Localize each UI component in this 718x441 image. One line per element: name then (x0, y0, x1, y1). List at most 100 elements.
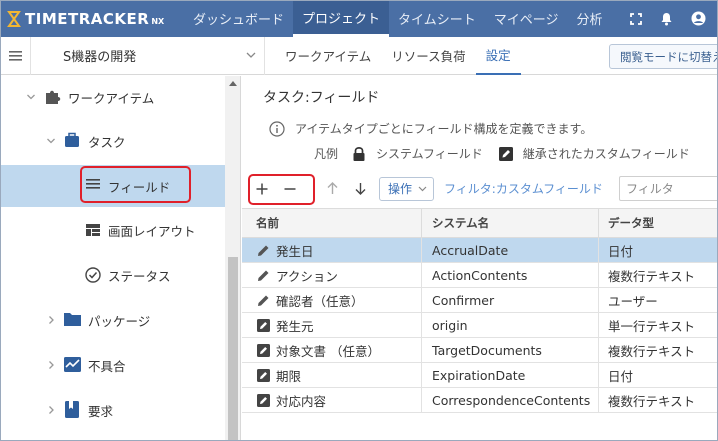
chevron-right-icon[interactable] (46, 360, 56, 370)
column-header-name[interactable]: 名前 (242, 209, 422, 237)
tree-item-defect[interactable]: 不具合 (0, 344, 225, 386)
menu-button[interactable] (0, 50, 30, 61)
minus-icon (284, 187, 296, 190)
info-icon (269, 120, 285, 137)
chevron-right-icon[interactable] (46, 315, 56, 325)
field-name: アクション (276, 268, 338, 284)
page-title: タスク:フィールド (263, 90, 380, 106)
cell-data-type: 複数行テキスト (599, 263, 718, 287)
column-header-data-type[interactable]: データ型 (599, 209, 718, 237)
sidebar-scrollbar-thumb[interactable] (228, 257, 238, 441)
fields-table: 名前 システム名 データ型 発生日 AccrualDate 日付 アクション Actio… (242, 208, 718, 413)
table-row[interactable]: アクション ActionContents 複数行テキスト (242, 263, 718, 288)
tree-item-screen-layout[interactable]: 画面レイアウト (0, 209, 225, 251)
table-row[interactable]: 対応内容 CorrespondenceContents 複数行テキスト (242, 388, 718, 413)
tree-item-fields[interactable]: フィールド (0, 165, 225, 207)
move-up-button[interactable] (318, 176, 346, 202)
cell-name: 期限 (242, 363, 422, 387)
edit-box-icon (256, 343, 270, 357)
plus-icon (256, 183, 268, 194)
briefcase-icon (64, 132, 80, 148)
layout-icon (86, 224, 100, 236)
chart-icon (64, 357, 81, 372)
nav-timesheet[interactable]: タイムシート (389, 0, 485, 37)
pencil-icon (256, 268, 270, 282)
field-toolbar: 操作 フィルタ:カスタムフィールド フィルタ (242, 171, 718, 206)
cell-system-name: ExpirationDate (422, 363, 599, 387)
nav-dashboard[interactable]: ダッシュボード (184, 0, 293, 37)
cell-system-name: TargetDocuments (422, 338, 599, 362)
arrow-down-icon (355, 183, 365, 195)
hamburger-icon (8, 50, 22, 61)
cell-system-name: Confirmer (422, 288, 599, 312)
tree-item-requirement[interactable]: 要求 (0, 389, 225, 431)
column-header-system-name[interactable]: システム名 (422, 209, 599, 237)
cell-data-type: 複数行テキスト (599, 388, 718, 412)
field-name: 確認者（任意） (276, 293, 364, 309)
tree-item-workitem[interactable]: ワークアイテム (0, 76, 225, 118)
legend-inherited-field: 継承されたカスタムフィールド (522, 147, 690, 161)
table-row[interactable]: 発生日 AccrualDate 日付 (242, 238, 718, 263)
field-name: 発生日 (276, 243, 314, 259)
operation-dropdown[interactable]: 操作 (379, 176, 435, 201)
nav-mypage[interactable]: マイページ (485, 0, 568, 37)
chevron-down-icon[interactable] (46, 136, 56, 146)
user-account-icon[interactable] (691, 11, 706, 26)
cell-name: 発生元 (242, 313, 422, 337)
cell-name: 対応内容 (242, 388, 422, 412)
filter-input[interactable]: フィルタ (619, 176, 718, 201)
logo-suffix: NX (151, 17, 165, 26)
nav-project[interactable]: プロジェクト (293, 0, 390, 37)
chevron-down-icon (246, 52, 256, 58)
cell-name: アクション (242, 263, 422, 287)
cell-system-name: AccrualDate (422, 238, 599, 262)
check-circle-icon (85, 267, 101, 283)
add-button[interactable] (248, 176, 276, 202)
chevron-down-icon[interactable] (26, 92, 36, 102)
scroll-up-arrow-icon[interactable] (228, 79, 238, 87)
cell-name: 確認者（任意） (242, 288, 422, 312)
table-body: 発生日 AccrualDate 日付 アクション ActionContents 複数行テキ… (242, 238, 718, 413)
fullscreen-icon[interactable] (630, 12, 642, 25)
tree-item-task[interactable]: タスク (0, 120, 225, 162)
project-selector[interactable]: S機器の開発 (30, 36, 265, 75)
cell-system-name: origin (422, 313, 599, 337)
move-down-button[interactable] (346, 176, 374, 202)
cell-data-type: 複数行テキスト (599, 338, 718, 362)
cell-data-type: 日付 (599, 238, 718, 262)
pencil-icon (256, 243, 270, 257)
tree-item-label: ワークアイテム (68, 90, 155, 106)
settings-tree-sidebar: ワークアイテム タスク フィールド 画面レイアウト ステータス パッケージ 不具… (0, 76, 241, 441)
cell-name: 発生日 (242, 238, 422, 262)
field-name: 発生元 (276, 318, 314, 334)
table-row[interactable]: 期限 ExpirationDate 日付 (242, 363, 718, 388)
cell-name: 対象文書 （任意） (242, 338, 422, 362)
info-text: アイテムタイプごとにフィールド構成を定義できます。 (295, 122, 593, 136)
view-mode-button[interactable]: 閲覧モードに切替え (609, 44, 718, 69)
table-row[interactable]: 確認者（任意） Confirmer ユーザー (242, 288, 718, 313)
operation-label: 操作 (388, 182, 413, 196)
info-message: アイテムタイプごとにフィールド構成を定義できます。 (269, 120, 592, 137)
remove-button[interactable] (276, 176, 304, 202)
legend: 凡例 システムフィールド 継承されたカスタムフィールド (314, 145, 690, 162)
main-nav: ダッシュボード プロジェクト タイムシート マイページ 分析 (184, 0, 612, 37)
cell-data-type: 日付 (599, 363, 718, 387)
project-name: S機器の開発 (63, 50, 137, 65)
bell-icon[interactable] (660, 12, 673, 26)
tab-workitems[interactable]: ワークアイテム (275, 37, 381, 75)
tree-item-status[interactable]: ステータス (0, 254, 225, 296)
legend-system-field: システムフィールド (376, 147, 483, 161)
chevron-down-icon (418, 186, 427, 191)
tab-resource-load[interactable]: リソース負荷 (381, 37, 475, 75)
table-row[interactable]: 発生元 origin 単一行テキスト (242, 313, 718, 338)
tree-item-package[interactable]: パッケージ (0, 299, 225, 341)
nav-analysis[interactable]: 分析 (568, 0, 612, 37)
tree-item-label: タスク (88, 134, 126, 150)
custom-field-filter-link[interactable]: フィルタ:カスタムフィールド (444, 180, 603, 197)
table-row[interactable]: 対象文書 （任意） TargetDocuments 複数行テキスト (242, 338, 718, 363)
app-logo[interactable]: TIMETRACKER NX (0, 0, 184, 37)
edit-box-icon (256, 368, 270, 382)
tab-settings[interactable]: 設定 (475, 37, 521, 75)
chevron-right-icon[interactable] (46, 405, 56, 415)
field-name: 期限 (276, 368, 302, 384)
